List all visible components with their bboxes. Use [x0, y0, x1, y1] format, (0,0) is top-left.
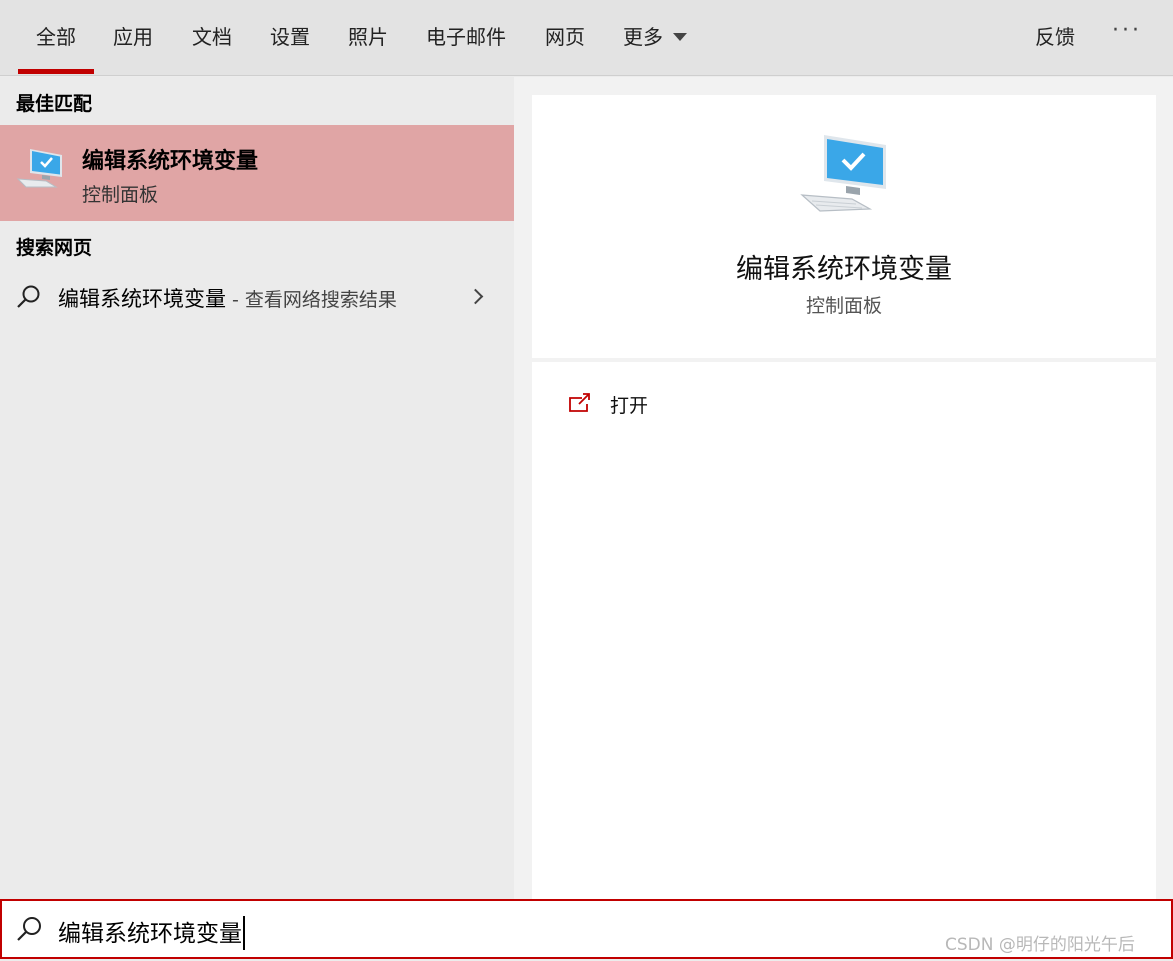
control-panel-monitor-icon — [800, 135, 886, 212]
tab-all[interactable]: 全部 — [18, 22, 94, 74]
open-action-label: 打开 — [610, 395, 649, 417]
chevron-right-icon — [467, 288, 484, 305]
text-cursor — [243, 915, 245, 950]
best-match-title: 编辑系统环境变量 — [82, 149, 259, 174]
tab-documents[interactable]: 文档 — [192, 22, 232, 52]
open-external-icon — [569, 393, 590, 412]
web-search-header: 搜索网页 — [16, 237, 93, 259]
web-search-suffix: - 查看网络搜索结果 — [226, 289, 397, 311]
open-action[interactable]: 打开 — [532, 380, 1156, 426]
best-match-header: 最佳匹配 — [16, 93, 93, 115]
tab-settings[interactable]: 设置 — [270, 22, 310, 52]
feedback-button[interactable]: 反馈 — [1035, 22, 1075, 52]
control-panel-monitor-icon — [16, 149, 62, 188]
search-icon — [17, 285, 40, 308]
tab-bar: 全部 应用 文档 设置 照片 电子邮件 网页 更多 反馈 ··· — [0, 0, 1173, 76]
tab-apps[interactable]: 应用 — [113, 22, 153, 52]
detail-title: 编辑系统环境变量 — [736, 254, 952, 285]
results-pane: 最佳匹配 编辑系统环境变量 控制面板 搜索网页 编辑系统环境变量 - 查看网络搜… — [0, 77, 514, 899]
tab-more[interactable]: 更多 — [623, 22, 687, 52]
tab-web[interactable]: 网页 — [545, 22, 585, 52]
best-match-item[interactable]: 编辑系统环境变量 控制面板 — [0, 125, 514, 221]
tab-photos[interactable]: 照片 — [348, 22, 388, 52]
web-search-query: 编辑系统环境变量 — [58, 287, 226, 311]
search-icon — [17, 917, 41, 941]
tab-email[interactable]: 电子邮件 — [426, 22, 506, 52]
best-match-subtitle: 控制面板 — [82, 184, 159, 206]
more-options-button[interactable]: ··· — [1112, 18, 1142, 43]
actions-card: 打开 — [532, 362, 1156, 899]
watermark: CSDN @明仔的阳光午后 — [945, 935, 1135, 955]
detail-subtitle: 控制面板 — [805, 295, 882, 317]
search-input[interactable]: 编辑系统环境变量 — [58, 921, 242, 947]
tab-more-label: 更多 — [623, 25, 663, 49]
web-search-item[interactable]: 编辑系统环境变量 - 查看网络搜索结果 — [0, 273, 514, 321]
chevron-down-icon — [673, 32, 687, 41]
detail-card: 编辑系统环境变量 控制面板 — [532, 95, 1156, 358]
